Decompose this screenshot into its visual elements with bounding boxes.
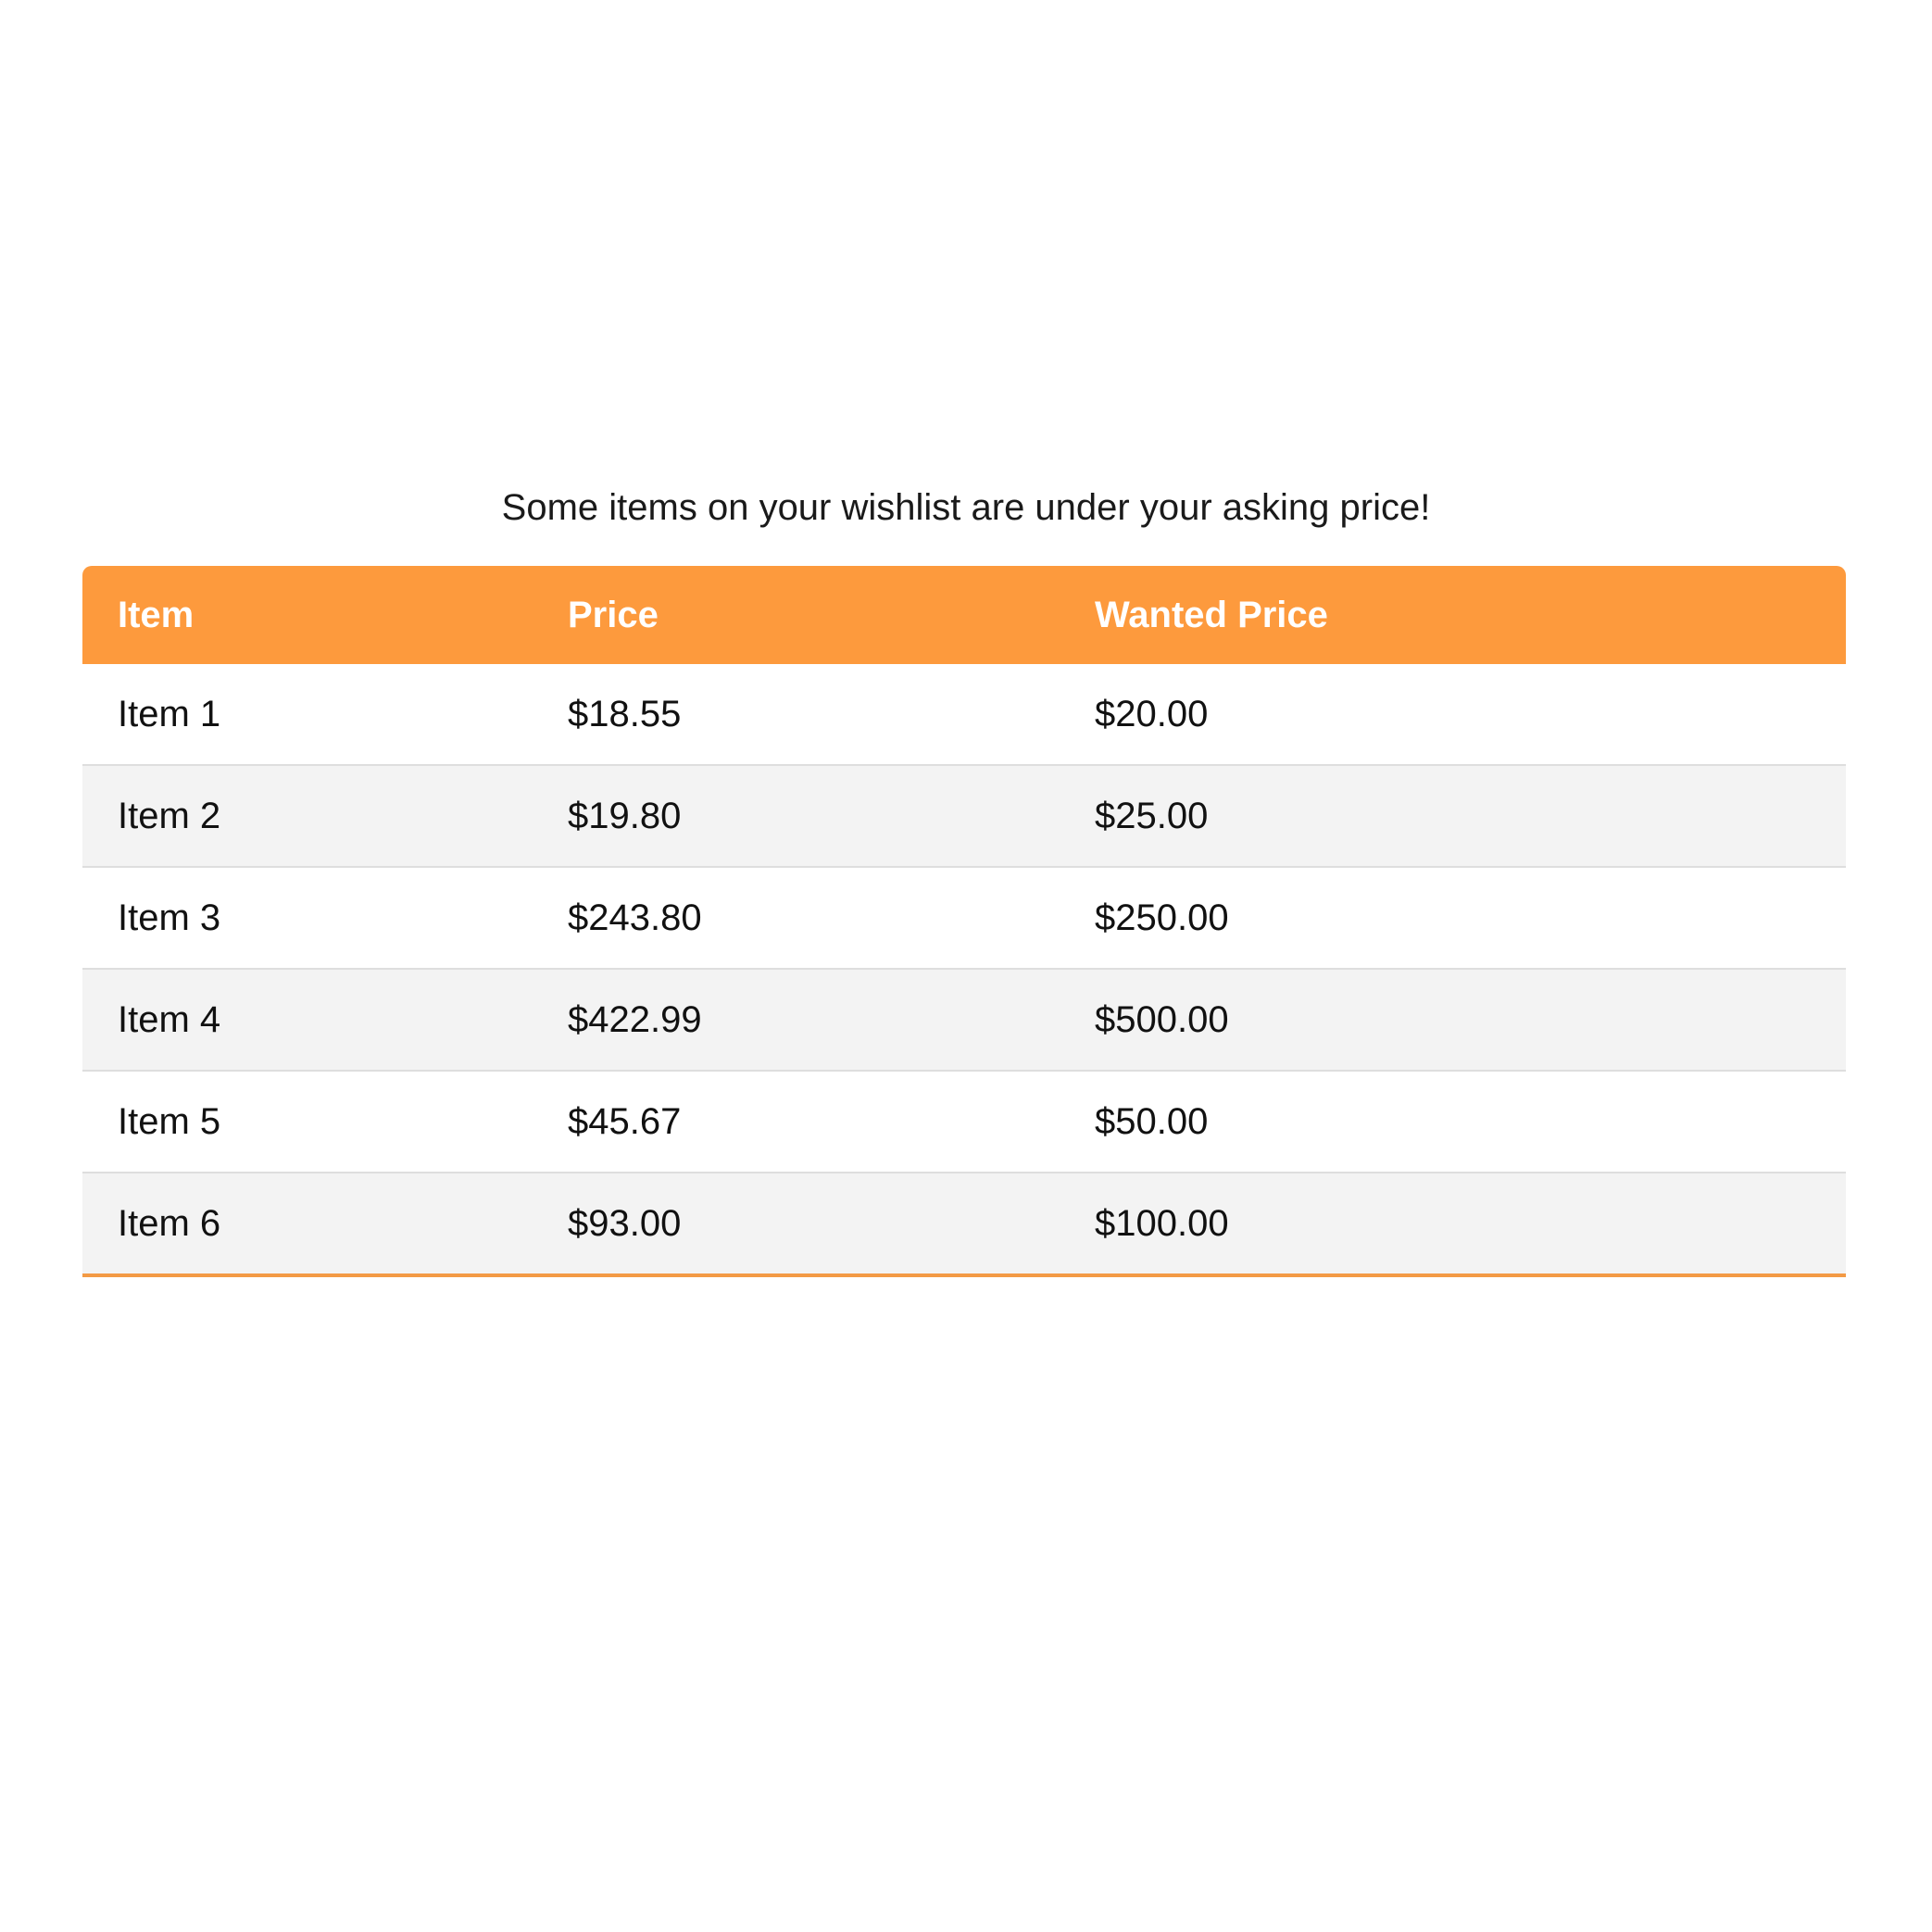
table-row: Item 4 $422.99 $500.00 [82,969,1846,1072]
item-name-cell: Item 1 [82,664,533,766]
header-price: Price [568,594,659,635]
table-body: Item 1 $18.55 $20.00 Item 2 $19.80 $25.0… [82,664,1846,1277]
price-cell: $19.80 [533,765,1060,868]
item-name-cell: Item 6 [82,1173,533,1277]
table-row: Item 5 $45.67 $50.00 [82,1071,1846,1173]
price-cell: $93.00 [533,1173,1060,1277]
header-item: Item [118,594,194,635]
wanted-price-cell: $100.00 [1060,1173,1846,1277]
header-wanted-price: Wanted Price [1095,594,1328,635]
price-cell: $243.80 [533,867,1060,970]
table-row: Item 2 $19.80 $25.00 [82,765,1846,868]
wanted-price-cell: $50.00 [1060,1071,1846,1173]
price-cell: $45.67 [533,1071,1060,1173]
wanted-price-cell: $250.00 [1060,867,1846,970]
price-cell: $422.99 [533,969,1060,1072]
header-row: Item Price Wanted Price [82,566,1846,664]
table-header: Item Price Wanted Price [82,566,1846,664]
item-name-cell: Item 4 [82,969,533,1072]
wanted-price-cell: $25.00 [1060,765,1846,868]
wishlist-message: Some items on your wishlist are under yo… [501,487,1431,528]
table-row: Item 1 $18.55 $20.00 [82,664,1846,766]
item-name-cell: Item 2 [82,765,533,868]
wanted-price-cell: $20.00 [1060,664,1846,766]
table-row: Item 3 $243.80 $250.00 [82,867,1846,970]
item-name-cell: Item 3 [82,867,533,970]
price-cell: $18.55 [533,664,1060,766]
wishlist-table-container: Item Price Wanted Price Item 1 $18.55 $2… [82,566,1846,1277]
wishlist-table: Item Price Wanted Price Item 1 $18.55 $2… [82,566,1846,1277]
item-name-cell: Item 5 [82,1071,533,1173]
wanted-price-cell: $500.00 [1060,969,1846,1072]
table-row: Item 6 $93.00 $100.00 [82,1173,1846,1277]
